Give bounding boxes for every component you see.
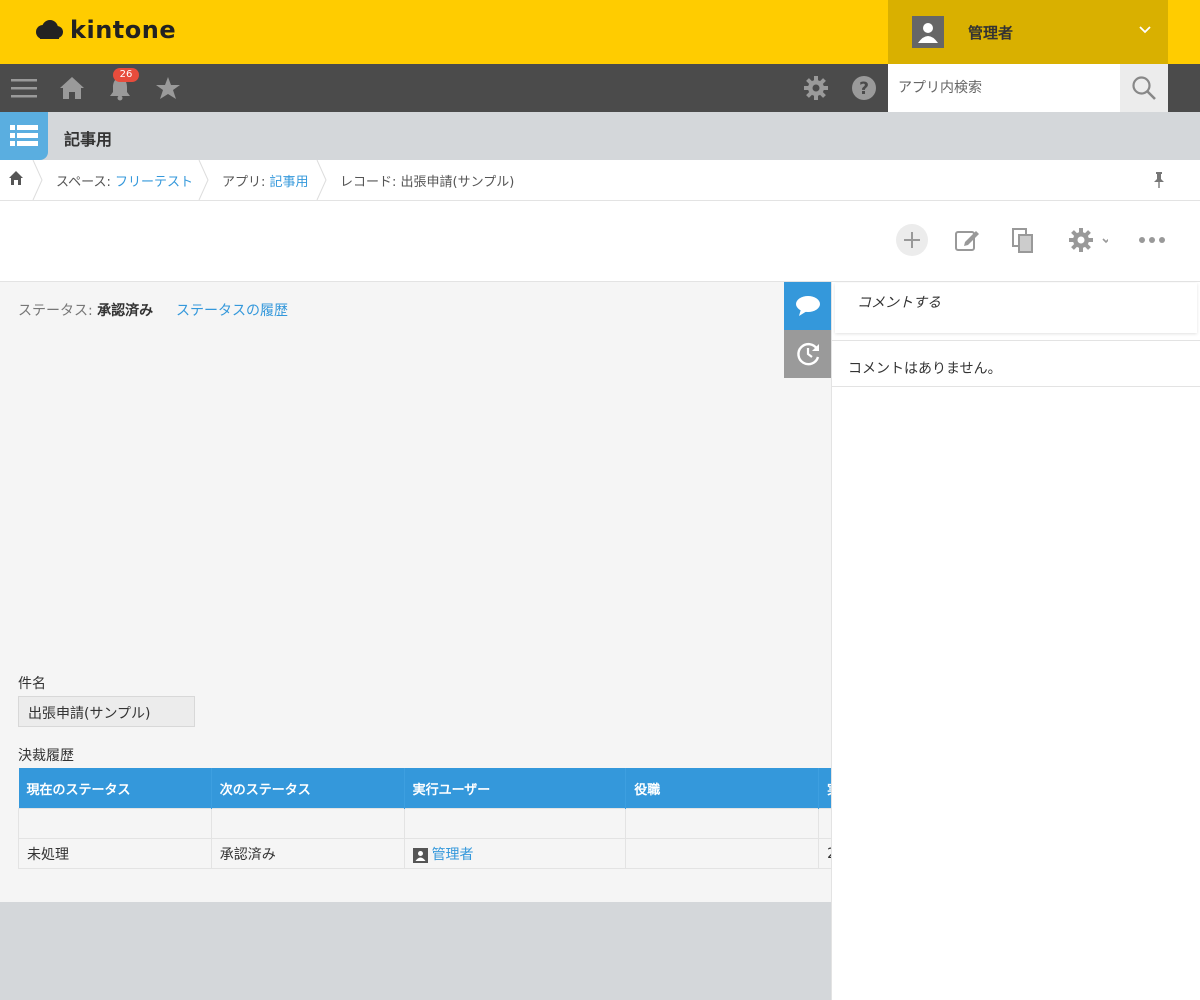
column-header: 実行ユーザー xyxy=(404,768,627,809)
user-avatar-icon xyxy=(912,16,944,48)
user-icon xyxy=(412,847,428,863)
comment-icon xyxy=(795,296,820,316)
star-icon[interactable] xyxy=(152,72,184,104)
status-value: 承認済み xyxy=(97,303,154,319)
table-cell xyxy=(625,838,820,869)
table-row xyxy=(18,808,831,839)
app-search-input[interactable] xyxy=(888,64,1120,112)
add-record-button[interactable] xyxy=(892,220,932,260)
approval-history-table: 現在のステータス 次のステータス 実行ユーザー 役職 実 未処理 承認済み 管理… xyxy=(18,768,831,870)
search-button[interactable] xyxy=(1120,64,1168,112)
app-list-icon[interactable] xyxy=(0,112,48,160)
record-settings-button[interactable] xyxy=(1062,220,1114,260)
divider xyxy=(831,340,1200,341)
breadcrumb-record: レコード: 出張申請(サンプル) xyxy=(340,175,515,190)
copy-icon xyxy=(1012,228,1033,253)
column-header: 次のステータス xyxy=(211,768,405,809)
settings-icon xyxy=(1069,228,1108,252)
table-cell xyxy=(18,808,212,839)
cloud-logo-icon xyxy=(36,20,63,39)
subject-value: 出張申請(サンプル) xyxy=(18,696,195,727)
history-icon xyxy=(796,342,819,366)
help-icon[interactable]: ? xyxy=(848,72,880,104)
table-cell xyxy=(625,808,820,839)
comment-panel xyxy=(831,282,1200,1000)
executing-user-link[interactable]: 管理者 xyxy=(432,847,474,863)
table-cell: 2 xyxy=(818,838,831,869)
user-menu[interactable]: 管理者 xyxy=(888,0,1168,64)
edit-icon xyxy=(955,231,979,251)
svg-text:?: ? xyxy=(859,79,869,99)
user-name: 管理者 xyxy=(968,23,1014,42)
approval-history-label: 決裁履歴 xyxy=(18,748,74,764)
table-cell: 承認済み xyxy=(210,838,405,869)
more-actions-button[interactable] xyxy=(1132,220,1172,260)
menu-icon[interactable] xyxy=(8,72,40,104)
table-cell xyxy=(403,808,627,839)
breadcrumb-home-icon[interactable] xyxy=(8,170,24,190)
edit-record-button[interactable] xyxy=(947,220,987,260)
logo-text: kintone xyxy=(70,16,177,44)
pin-icon[interactable] xyxy=(1152,171,1166,193)
more-icon xyxy=(1139,237,1165,243)
table-cell xyxy=(818,808,831,839)
plus-icon xyxy=(896,224,928,256)
breadcrumb-separator xyxy=(198,160,209,200)
history-tab[interactable] xyxy=(784,330,831,378)
column-header: 役職 xyxy=(625,768,820,809)
app-link[interactable]: 記事用 xyxy=(270,175,309,190)
notification-badge: 26 xyxy=(113,68,139,82)
table-row: 未処理 承認済み 管理者 2 xyxy=(18,838,831,869)
status-label: ステータス: xyxy=(18,303,98,319)
no-comments-message: コメントはありません。 xyxy=(848,361,1002,377)
status-history-link[interactable]: ステータスの履歴 xyxy=(176,300,288,320)
breadcrumb-space[interactable]: スペース: フリーテスト xyxy=(56,171,193,190)
breadcrumb-separator xyxy=(316,160,327,200)
table-cell: 管理者 xyxy=(403,838,627,869)
table-cell xyxy=(210,808,405,839)
table-cell: 未処理 xyxy=(18,838,212,869)
column-header: 現在のステータス xyxy=(18,768,212,809)
search-icon xyxy=(1132,76,1156,100)
kintone-logo[interactable]: kintone xyxy=(34,16,176,44)
divider xyxy=(831,386,1200,387)
gear-icon[interactable] xyxy=(800,72,832,104)
copy-record-button[interactable] xyxy=(1003,220,1043,260)
breadcrumb-separator xyxy=(32,160,43,200)
column-header: 実 xyxy=(818,768,831,809)
home-icon[interactable] xyxy=(56,72,88,104)
breadcrumb: スペース: フリーテスト アプリ: 記事用 レコード: 出張申請(サンプル) xyxy=(0,160,1200,201)
breadcrumb-app[interactable]: アプリ: 記事用 xyxy=(222,171,309,190)
space-prefix: スペース: xyxy=(56,175,115,190)
chevron-down-icon xyxy=(1139,26,1151,34)
app-prefix: アプリ: xyxy=(222,175,270,190)
subject-label: 件名 xyxy=(18,676,46,692)
comments-tab[interactable] xyxy=(784,282,831,330)
app-header xyxy=(0,112,1200,160)
app-title: 記事用 xyxy=(64,130,113,149)
status-display: ステータス: 承認済み xyxy=(18,300,153,320)
comment-input[interactable]: コメントする xyxy=(835,283,1197,333)
space-link[interactable]: フリーテスト xyxy=(115,175,193,190)
